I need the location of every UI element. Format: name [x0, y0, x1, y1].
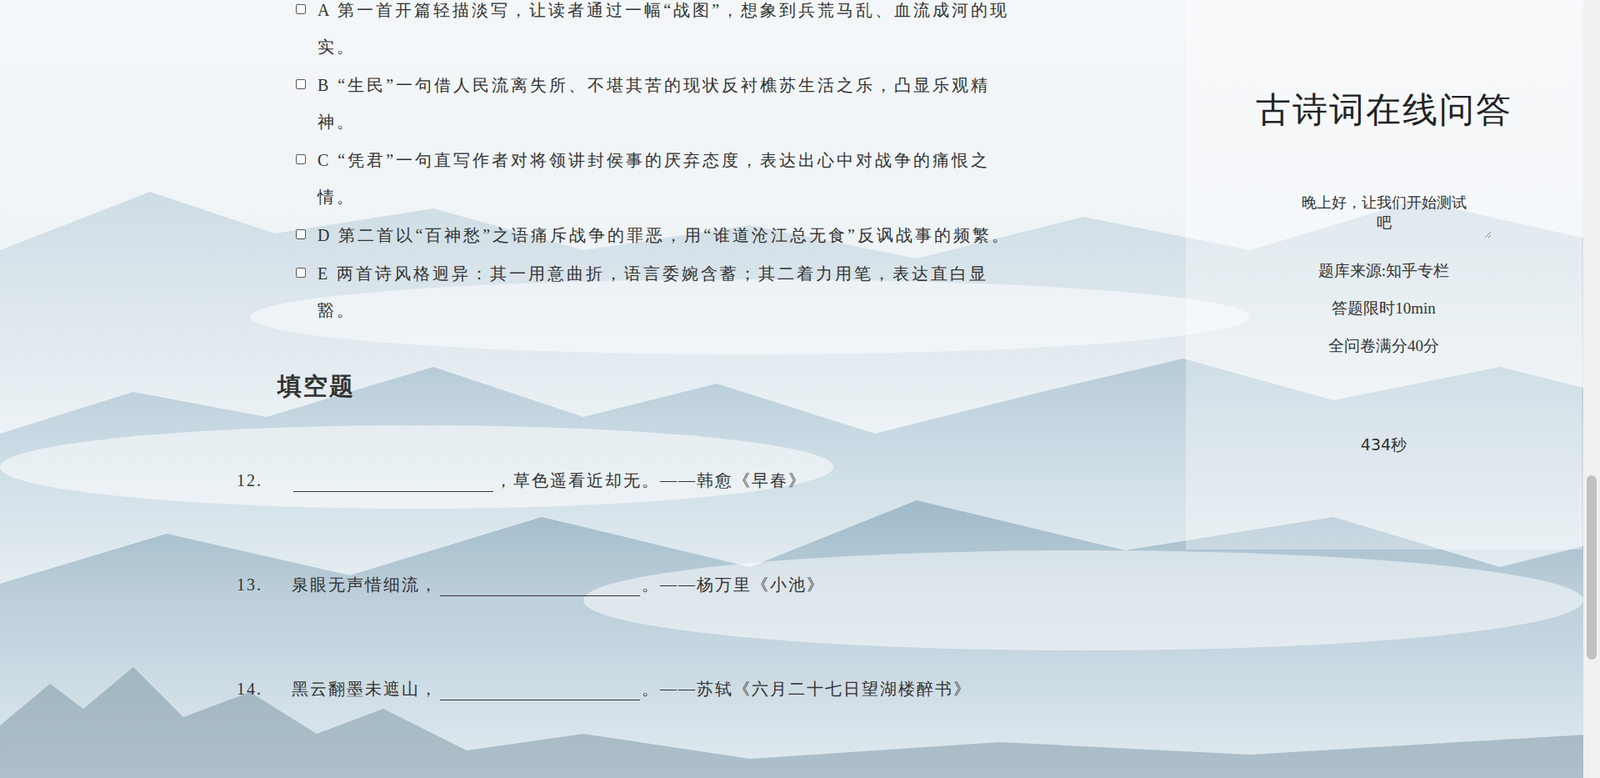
option-letter: D	[317, 225, 332, 245]
info-list: 题库来源:知乎专栏答题限时10min 全问卷满分40分	[1318, 260, 1450, 357]
option-checkbox[interactable]	[295, 154, 306, 165]
question-before: 泉眼无声惜细流，	[291, 575, 439, 594]
option-row[interactable]: D 第二首以“百神愁”之语痛斥战争的罪恶，用“谁道沧江总无食”反讽战事的频繁。	[295, 216, 1080, 254]
question-before: 黑云翻墨未遮山，	[291, 679, 439, 698]
scrollbar-thumb[interactable]	[1586, 475, 1597, 660]
question-after: 。——苏轼《六月二十七日望湖楼醉书》	[641, 679, 972, 698]
question-number: 14.	[236, 679, 292, 699]
option-letter: E	[317, 264, 330, 283]
option-checkbox[interactable]	[295, 229, 306, 240]
answer-blank[interactable]	[440, 575, 640, 596]
question-after: 。——杨万里《小池》	[641, 575, 825, 594]
blank-question: 13.泉眼无声惜细流， 。——杨万里《小池》	[236, 559, 1584, 610]
panel-title: 古诗词在线问答	[1255, 88, 1513, 132]
option-row[interactable]: E 两首诗风格迥异：其一用意曲折，语言委婉含蓄；其二着力用笔，表达直白显豁。	[295, 255, 1080, 329]
question-body: 黑云翻墨未遮山， 。——苏轼《六月二十七日望湖楼醉书》	[291, 677, 972, 700]
option-text: C “凭君”一句直写作者对将领讲封侯事的厌弃态度，表达出心中对战争的痛恨之情。	[317, 141, 1026, 215]
option-text: B “生民”一句借人民流离失所、不堪其苦的现状反衬樵苏生活之乐，凸显乐观精神。	[317, 66, 1026, 140]
answer-blank[interactable]	[440, 679, 640, 700]
option-letter: C	[317, 150, 331, 170]
resize-grip-icon[interactable]	[1484, 230, 1491, 238]
option-content: 第二首以“百神愁”之语痛斥战争的罪恶，用“谁道沧江总无食”反讽战事的频繁。	[338, 225, 1011, 245]
question-body: 泉眼无声惜细流， 。——杨万里《小池》	[291, 573, 825, 596]
option-text: D 第二首以“百神愁”之语痛斥战争的罪恶，用“谁道沧江总无食”反讽战事的频繁。	[317, 216, 1026, 254]
option-letter: B	[317, 75, 331, 95]
greeting-text: 晚上好，让我们开始测试吧	[1301, 194, 1467, 231]
greeting-box[interactable]: 晚上好，让我们开始测试吧	[1275, 192, 1493, 240]
option-checkbox[interactable]	[295, 79, 306, 90]
option-checkbox[interactable]	[295, 267, 306, 278]
option-row[interactable]: B “生民”一句借人民流离失所、不堪其苦的现状反衬樵苏生活之乐，凸显乐观精神。	[295, 66, 1080, 140]
option-letter: A	[317, 0, 331, 20]
info-line: 答题限时10min	[1331, 297, 1436, 320]
info-line: 题库来源:知乎专栏	[1318, 260, 1450, 282]
countdown-timer: 434秒	[1360, 434, 1407, 456]
info-line: 全问卷满分40分	[1328, 335, 1440, 357]
option-text: A 第一首开篇轻描淡写，让读者通过一幅“战图”，想象到兵荒马乱、血流成河的现实。	[317, 0, 1026, 65]
question-number: 13.	[236, 575, 292, 595]
option-content: 两首诗风格迥异：其一用意曲折，语言委婉含蓄；其二着力用笔，表达直白显豁。	[317, 264, 989, 320]
question-body: ，草色遥看近却无。——韩愈《早春》	[291, 469, 807, 492]
option-row[interactable]: C “凭君”一句直写作者对将领讲封侯事的厌弃态度，表达出心中对战争的痛恨之情。	[295, 141, 1080, 215]
option-text: E 两首诗风格迥异：其一用意曲折，语言委婉含蓄；其二着力用笔，表达直白显豁。	[317, 255, 1026, 329]
scrollbar[interactable]	[1583, 0, 1600, 778]
option-content: “生民”一句借人民流离失所、不堪其苦的现状反衬樵苏生活之乐，凸显乐观精神。	[317, 75, 990, 131]
side-panel: 古诗词在线问答晚上好，让我们开始测试吧题库来源:知乎专栏答题限时10min 全问卷…	[1185, 0, 1582, 550]
blank-question: 14.黑云翻墨未遮山， 。——苏轼《六月二十七日望湖楼醉书》	[236, 663, 1584, 714]
question-number: 12.	[236, 470, 292, 490]
option-row[interactable]: A 第一首开篇轻描淡写，让读者通过一幅“战图”，想象到兵荒马乱、血流成河的现实。	[295, 0, 1080, 65]
question-after: ，草色遥看近却无。——韩愈《早春》	[495, 470, 807, 490]
option-list: A 第一首开篇轻描淡写，让读者通过一幅“战图”，想象到兵荒马乱、血流成河的现实。…	[236, 0, 1080, 329]
option-checkbox[interactable]	[295, 4, 306, 15]
answer-blank[interactable]	[293, 470, 494, 492]
option-content: 第一首开篇轻描淡写，让读者通过一幅“战图”，想象到兵荒马乱、血流成河的现实。	[317, 0, 1010, 56]
option-content: “凭君”一句直写作者对将领讲封侯事的厌弃态度，表达出心中对战争的痛恨之情。	[317, 150, 990, 206]
